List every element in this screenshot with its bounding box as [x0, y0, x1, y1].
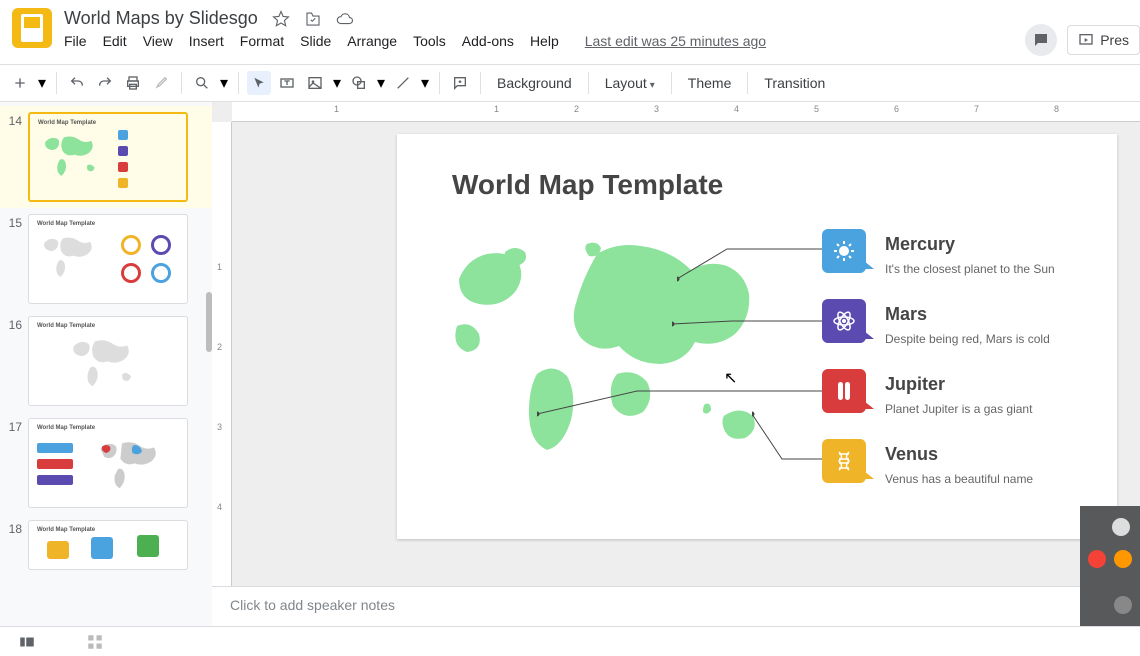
present-label: Pres — [1100, 32, 1129, 48]
last-edit-link[interactable]: Last edit was 25 minutes ago — [585, 33, 766, 49]
current-slide[interactable]: World Map Template — [397, 134, 1117, 539]
slide-title[interactable]: World Map Template — [452, 169, 723, 201]
thumb-number: 17 — [8, 418, 28, 508]
item-title-venus[interactable]: Venus — [885, 444, 938, 465]
menu-help[interactable]: Help — [530, 33, 559, 49]
image-dropdown[interactable]: ▾ — [331, 71, 343, 95]
undo-button[interactable] — [65, 71, 89, 95]
image-tool[interactable] — [303, 71, 327, 95]
doc-title[interactable]: World Maps by Slidesgo — [64, 8, 258, 29]
thumb-slide-14[interactable]: World Map Template — [28, 112, 188, 202]
menu-bar: File Edit View Insert Format Slide Arran… — [64, 33, 1128, 49]
toolbar: ▾ ▾ ▾ ▾ ▾ Background Layout Theme Transi… — [0, 64, 1140, 102]
textbox-tool[interactable] — [275, 71, 299, 95]
thumb-number: 16 — [8, 316, 28, 406]
callout-jupiter[interactable] — [822, 369, 866, 413]
item-title-mars[interactable]: Mars — [885, 304, 927, 325]
dna-icon — [832, 449, 856, 473]
thumb-slide-15[interactable]: World Map Template — [28, 214, 188, 304]
bottom-bar — [0, 626, 1140, 656]
line-tool[interactable] — [391, 71, 415, 95]
item-desc-mars[interactable]: Despite being red, Mars is cold — [885, 332, 1050, 346]
callout-mars[interactable] — [822, 299, 866, 343]
vertical-ruler: 1 2 3 4 — [212, 122, 232, 626]
menu-addons[interactable]: Add-ons — [462, 33, 514, 49]
new-slide-dropdown[interactable]: ▾ — [36, 71, 48, 95]
notes-placeholder: Click to add speaker notes — [230, 597, 395, 613]
paint-format-button[interactable] — [149, 71, 173, 95]
horizontal-ruler: 1 1 2 3 4 5 6 7 8 — [232, 102, 1140, 122]
select-tool[interactable] — [247, 71, 271, 95]
menu-tools[interactable]: Tools — [413, 33, 446, 49]
grid-view-icon[interactable] — [86, 633, 104, 651]
background-button[interactable]: Background — [489, 75, 580, 91]
item-title-jupiter[interactable]: Jupiter — [885, 374, 945, 395]
header: World Maps by Slidesgo File Edit View In… — [0, 0, 1140, 64]
callout-venus[interactable] — [822, 439, 866, 483]
slide-canvas[interactable]: 1 1 2 3 4 5 6 7 8 1 2 3 4 World Map Temp… — [212, 102, 1140, 626]
thumb-slide-17[interactable]: World Map Template — [28, 418, 188, 508]
line-dropdown[interactable]: ▾ — [419, 71, 431, 95]
new-slide-button[interactable] — [8, 71, 32, 95]
menu-insert[interactable]: Insert — [189, 33, 224, 49]
thumb-slide-18[interactable]: World Map Template — [28, 520, 188, 570]
thumb-number: 18 — [8, 520, 28, 570]
item-desc-jupiter[interactable]: Planet Jupiter is a gas giant — [885, 402, 1032, 416]
thumb-number: 15 — [8, 214, 28, 304]
pill-icon — [832, 379, 856, 403]
menu-arrange[interactable]: Arrange — [347, 33, 397, 49]
speaker-notes[interactable]: Click to add speaker notes — [212, 586, 1140, 626]
side-panel[interactable] — [1080, 506, 1140, 626]
zoom-button[interactable] — [190, 71, 214, 95]
print-button[interactable] — [121, 71, 145, 95]
comment-icon — [1032, 31, 1050, 49]
zoom-dropdown[interactable]: ▾ — [218, 71, 230, 95]
theme-button[interactable]: Theme — [680, 75, 740, 91]
present-icon — [1078, 32, 1094, 48]
menu-slide[interactable]: Slide — [300, 33, 331, 49]
layout-button[interactable]: Layout — [597, 75, 663, 91]
shape-tool[interactable] — [347, 71, 371, 95]
item-desc-mercury[interactable]: It's the closest planet to the Sun — [885, 262, 1055, 276]
menu-file[interactable]: File — [64, 33, 87, 49]
present-button[interactable]: Pres — [1067, 25, 1140, 55]
comment-tool[interactable] — [448, 71, 472, 95]
star-icon[interactable] — [272, 10, 290, 28]
cloud-icon[interactable] — [336, 10, 354, 28]
slides-logo[interactable] — [12, 8, 52, 48]
slide-thumbnails[interactable]: 14 World Map Template 15 World Map Templ… — [0, 102, 212, 626]
atom-icon — [832, 309, 856, 333]
redo-button[interactable] — [93, 71, 117, 95]
comments-button[interactable] — [1025, 24, 1057, 56]
gear-icon — [832, 239, 856, 263]
transition-button[interactable]: Transition — [756, 75, 833, 91]
menu-format[interactable]: Format — [240, 33, 284, 49]
menu-view[interactable]: View — [143, 33, 173, 49]
menu-edit[interactable]: Edit — [103, 33, 127, 49]
thumb-slide-16[interactable]: World Map Template — [28, 316, 188, 406]
filmstrip-view-icon[interactable] — [18, 633, 36, 651]
thumb-number: 14 — [8, 112, 28, 202]
callout-mercury[interactable] — [822, 229, 866, 273]
item-desc-venus[interactable]: Venus has a beautiful name — [885, 472, 1033, 486]
item-title-mercury[interactable]: Mercury — [885, 234, 955, 255]
move-icon[interactable] — [304, 10, 322, 28]
shape-dropdown[interactable]: ▾ — [375, 71, 387, 95]
